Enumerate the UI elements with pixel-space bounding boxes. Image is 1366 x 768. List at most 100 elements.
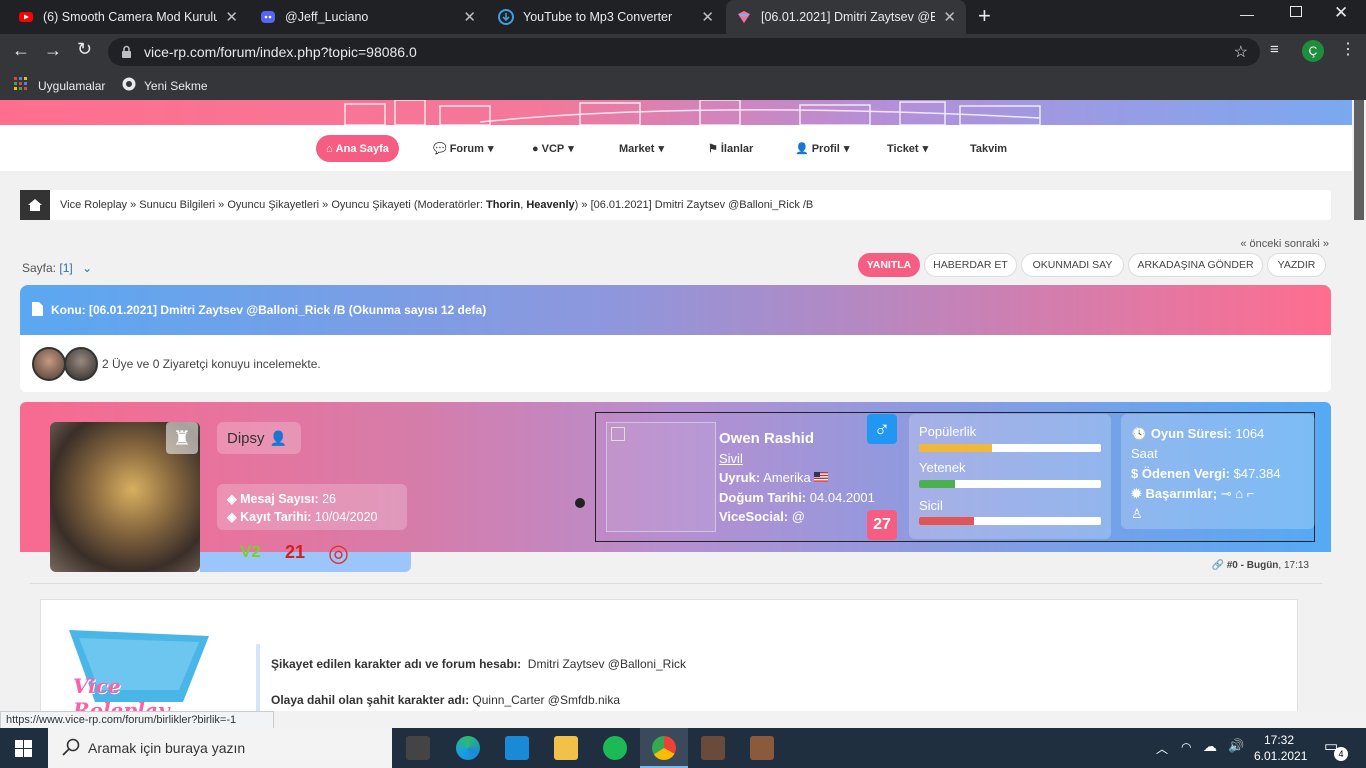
post-day: Bugün: [1246, 560, 1279, 571]
link-icon[interactable]: 🔗: [1212, 560, 1224, 571]
caret-down-icon: ▾: [487, 143, 494, 155]
user-icon: 👤: [795, 143, 809, 155]
cloud-icon[interactable]: ☁: [1203, 738, 1217, 755]
post-body: Vice Roleplay Şikayet edilen karakter ad…: [40, 599, 1298, 711]
badge-crosshair[interactable]: ◎: [328, 539, 349, 568]
reply-button[interactable]: YANITLA: [858, 253, 920, 277]
avatar[interactable]: [32, 346, 66, 381]
avatar[interactable]: [64, 346, 98, 381]
scrollbar-thumb[interactable]: [1354, 100, 1364, 220]
spotify-icon[interactable]: [603, 736, 627, 760]
print-button[interactable]: YAZDIR: [1267, 253, 1326, 277]
notify-button[interactable]: HABERDAR ET: [924, 253, 1017, 277]
bookmark-label: Yeni Sekme: [144, 78, 208, 93]
vice-roleplay-logo: Vice Roleplay: [65, 628, 213, 711]
tab-youtube[interactable]: (6) Smooth Camera Mod Kurulum ✕: [8, 0, 248, 34]
chevron-up-icon[interactable]: ︿: [1156, 740, 1168, 757]
page-scrollbar[interactable]: [1352, 100, 1366, 711]
profile-avatar[interactable]: Ç: [1302, 40, 1324, 62]
nav-forum[interactable]: 💬 Forum ▾: [423, 135, 503, 162]
address-bar[interactable]: vice-rp.com/forum/index.php?topic=98086.…: [108, 38, 1260, 66]
breadcrumb-link[interactable]: Sunucu Bilgileri: [139, 199, 215, 211]
breadcrumb-link[interactable]: Oyuncu Şikayeti (Moderatörler:: [331, 199, 483, 211]
media-queue-icon[interactable]: ≡: [1270, 41, 1279, 58]
posts-count: 26: [322, 492, 337, 506]
tab-forum-topic[interactable]: [06.01.2021] Dmitri Zaytsev @Bal ✕: [726, 0, 966, 34]
minimize-button[interactable]: —: [1240, 6, 1254, 22]
close-icon[interactable]: ✕: [463, 8, 476, 26]
divider: [30, 583, 1322, 584]
nav-profil[interactable]: 👤 Profil ▾: [785, 135, 859, 162]
close-icon[interactable]: ✕: [943, 8, 956, 26]
skill-bar: [919, 444, 1101, 452]
send-to-friend-button[interactable]: ARKADAŞINA GÖNDER: [1128, 253, 1263, 277]
chevron-down-icon[interactable]: ⌄: [82, 261, 92, 275]
nav-market[interactable]: Market ▾: [609, 135, 674, 162]
breadcrumb-current[interactable]: [06.01.2021] Dmitri Zaytsev @Balloni_Ric…: [591, 199, 814, 211]
lock-icon: [121, 45, 132, 61]
nav-home[interactable]: ⌂ Ana Sayfa: [316, 135, 399, 162]
clock[interactable]: 17:32 6.01.2021: [1254, 732, 1307, 764]
nav-vcp[interactable]: ● VCP ▾: [522, 135, 584, 162]
forward-arrow-icon[interactable]: →: [44, 40, 62, 61]
new-tab-button[interactable]: +: [978, 4, 998, 28]
globe-icon: [122, 77, 136, 94]
store-icon[interactable]: [406, 736, 430, 760]
nation-value: Amerika: [763, 470, 811, 485]
tab-mp3-converter[interactable]: YouTube to Mp3 Converter ✕: [488, 0, 724, 34]
layers-icon: ◈: [227, 492, 237, 506]
moderator-link[interactable]: Thorin: [486, 199, 520, 211]
us-flag-icon: [814, 470, 829, 485]
badge-strip: [200, 552, 411, 572]
bookmark-apps[interactable]: Uygulamalar: [14, 77, 105, 94]
bookmark-new-tab[interactable]: Yeni Sekme: [122, 77, 208, 94]
post-number[interactable]: #0 -: [1227, 560, 1244, 571]
user-plus-icon[interactable]: 👤: [270, 430, 287, 447]
breadcrumb-sep: »: [578, 199, 591, 211]
game-app-icon[interactable]: [701, 736, 725, 760]
window-close-button[interactable]: ✕: [1334, 3, 1348, 23]
bookmark-star-icon[interactable]: ☆: [1234, 42, 1248, 62]
tax-value: $47.384: [1233, 466, 1281, 481]
breadcrumb-sep: »: [215, 199, 228, 211]
caret-down-icon: ▾: [658, 143, 664, 155]
wifi-icon[interactable]: ◠: [1181, 740, 1191, 754]
badge-21-santa-hat[interactable]: 21: [285, 542, 305, 563]
topic-viewers: 2 Üye ve 0 Ziyaretçi konuyu incelemekte.: [20, 335, 1331, 392]
windows-start-icon[interactable]: [15, 740, 32, 760]
prev-next-links[interactable]: « önceki sonraki »: [1240, 238, 1329, 250]
breadcrumb-link[interactable]: Oyuncu Şikayetleri: [227, 199, 319, 211]
playtime-value: 1064: [1235, 426, 1265, 441]
pagination-label: Sayfa:: [22, 261, 57, 275]
nav-ilanlar[interactable]: ⚑ İlanlar: [698, 135, 763, 162]
nav-label: Takvim: [970, 142, 1008, 155]
breadcrumb-link[interactable]: Vice Roleplay: [60, 199, 127, 211]
reload-icon[interactable]: ↻: [77, 39, 92, 60]
nav-takvim[interactable]: Takvim: [960, 135, 1017, 162]
character-role[interactable]: Sivil: [719, 449, 899, 469]
close-icon[interactable]: ✕: [225, 8, 238, 26]
game-app-icon-2[interactable]: [750, 736, 774, 760]
maximize-button[interactable]: [1290, 6, 1302, 17]
download-cloud-icon: [498, 9, 514, 25]
badge-v2[interactable]: V2: [240, 542, 261, 562]
file-explorer-icon[interactable]: [554, 736, 578, 760]
moderator-link[interactable]: Heavenly: [526, 199, 574, 211]
edge-icon[interactable]: [456, 736, 480, 760]
mail-icon[interactable]: [505, 736, 529, 760]
home-icon[interactable]: [20, 190, 50, 220]
tab-discord[interactable]: @Jeff_Luciano ✕: [250, 0, 486, 34]
mark-unread-button[interactable]: OKUNMADI SAY: [1021, 253, 1124, 277]
poster-name[interactable]: Dipsy 👤: [217, 422, 301, 454]
menu-dots-icon[interactable]: ⋮: [1340, 39, 1356, 59]
nav-ticket[interactable]: Ticket ▾: [877, 135, 938, 162]
page-link-current[interactable]: [1]: [59, 261, 72, 275]
caret-down-icon: ▾: [568, 143, 574, 155]
gun-icon: ⌐: [1246, 486, 1255, 501]
close-icon[interactable]: ✕: [701, 8, 714, 26]
volume-icon[interactable]: 🔊: [1228, 738, 1244, 754]
chrome-taskbar-active[interactable]: [640, 728, 688, 768]
back-arrow-icon[interactable]: ←: [12, 40, 30, 61]
pagination: Sayfa: [1] ⌄: [22, 261, 92, 275]
taskbar-search-input[interactable]: Aramak için buraya yazın: [48, 728, 392, 768]
